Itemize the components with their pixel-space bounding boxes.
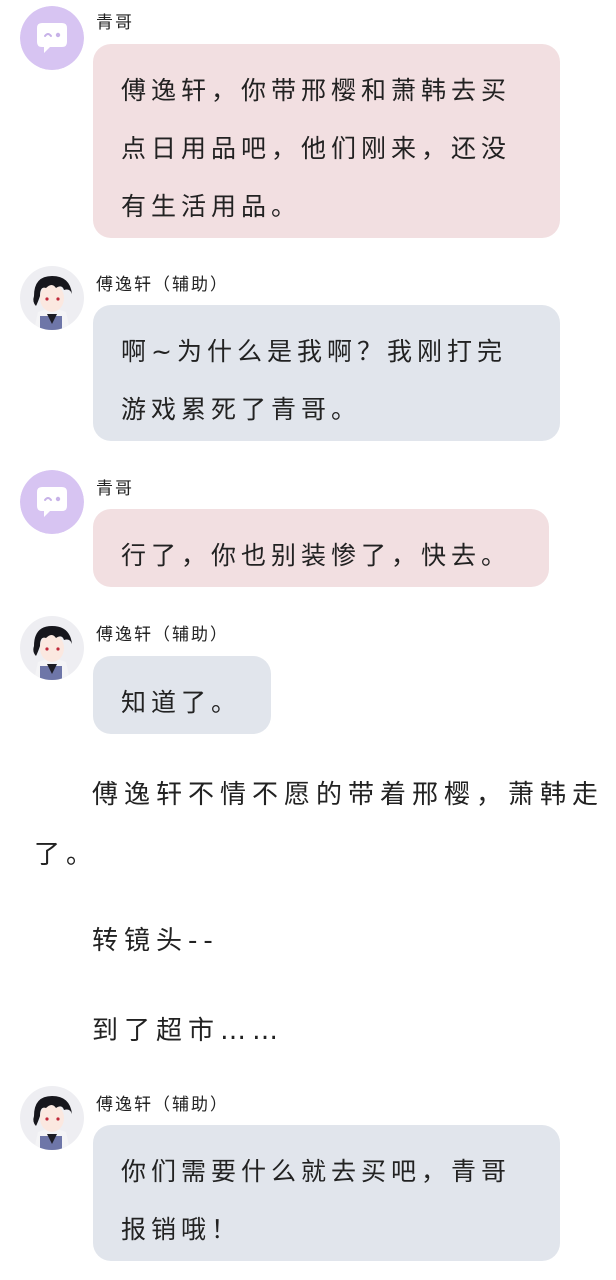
narration-line: 转镜头-- (92, 926, 219, 956)
speaker-name: 傅逸轩（辅助） (96, 1095, 229, 1115)
bot-avatar-icon[interactable] (20, 6, 84, 70)
speaker-name: 傅逸轩（辅助） (96, 275, 229, 295)
narration-line: 了。 (34, 840, 99, 870)
message-bubble[interactable]: 知道了。 (93, 656, 271, 734)
message-line: 你们需要什么就去买吧，青哥 (121, 1157, 512, 1186)
message-line: 啊~为什么是我啊？我刚打完 (121, 337, 507, 366)
message-line: 有生活用品。 (121, 192, 302, 221)
character-avatar[interactable] (20, 266, 84, 330)
message-bubble[interactable]: 行了，你也别装惨了，快去。 (93, 509, 549, 587)
speaker-name: 青哥 (96, 479, 134, 499)
character-avatar[interactable] (20, 616, 84, 680)
message-line: 报销哦！ (121, 1215, 242, 1244)
message-line: 知道了。 (121, 688, 242, 717)
message-bubble[interactable]: 傅逸轩，你带邢樱和萧韩去买 点日用品吧，他们刚来，还没 有生活用品。 (93, 44, 560, 238)
message-line: 行了，你也别装惨了，快去。 (121, 541, 512, 570)
message-bubble[interactable]: 啊~为什么是我啊？我刚打完 游戏累死了青哥。 (93, 305, 560, 441)
bot-avatar-icon[interactable] (20, 470, 84, 534)
message-bubble[interactable]: 你们需要什么就去买吧，青哥 报销哦！ (93, 1125, 560, 1261)
speaker-name: 傅逸轩（辅助） (96, 625, 229, 645)
message-line: 游戏累死了青哥。 (121, 395, 362, 424)
message-line: 点日用品吧，他们刚来，还没 (121, 134, 512, 163)
narration-line: 到了超市…… (92, 1016, 285, 1046)
character-avatar[interactable] (20, 1086, 84, 1150)
speaker-name: 青哥 (96, 13, 134, 33)
message-line: 傅逸轩，你带邢樱和萧韩去买 (121, 76, 512, 105)
narration-line: 傅逸轩不情不愿的带着邢樱，萧韩走 (92, 780, 605, 810)
